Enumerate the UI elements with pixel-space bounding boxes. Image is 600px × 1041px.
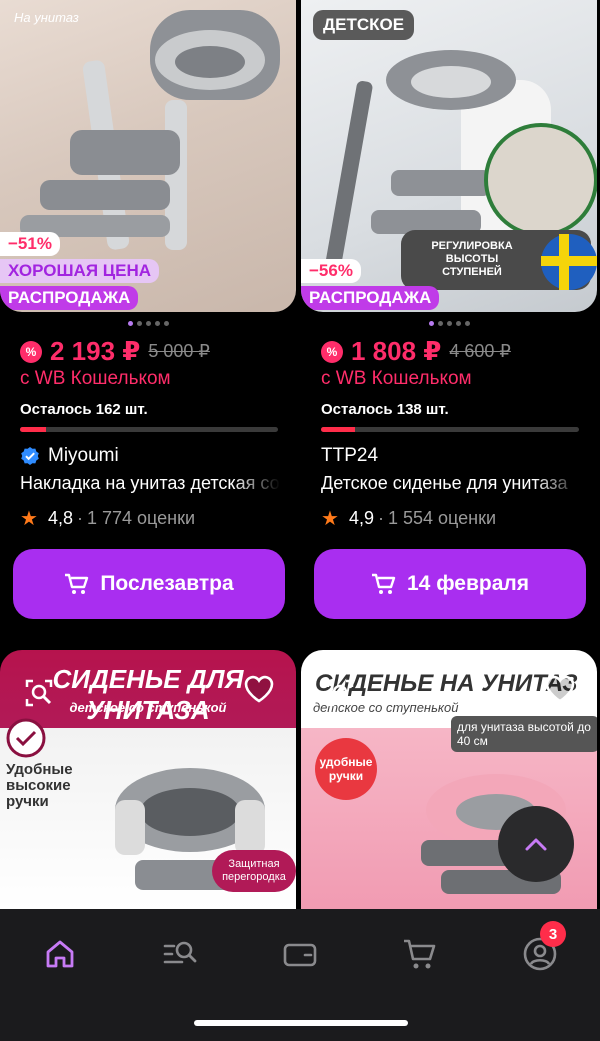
good-price-tag: ХОРОШАЯ ЦЕНА xyxy=(0,259,160,283)
visual-search-icon xyxy=(326,679,354,707)
favorite-button[interactable] xyxy=(242,672,276,706)
brand-row[interactable]: Miyoumi xyxy=(20,445,119,467)
product-card-1[interactable]: На унитаз −51% ХОРОШАЯ ЦЕНА РАСПРОДАЖА %… xyxy=(0,0,296,630)
old-price: 4 600 ₽ xyxy=(449,341,511,361)
rating-row: ★ 4,8 · 1 774 оценки xyxy=(20,506,195,531)
toilet-height-note: для унитаза высотой до 40 см xyxy=(451,716,597,752)
stock-remaining: Осталось 162 шт. xyxy=(20,401,148,418)
sale-tag: РАСПРОДАЖА xyxy=(0,286,139,310)
scroll-to-top-button[interactable] xyxy=(498,806,574,882)
nav-catalog[interactable] xyxy=(155,929,205,979)
verified-icon xyxy=(21,447,39,465)
current-price: 2 193 ₽ xyxy=(50,336,141,366)
stock-progress-bar xyxy=(321,427,579,432)
percent-icon: % xyxy=(321,340,343,363)
image-carousel-dots xyxy=(0,321,296,326)
delivery-date: 14 февраля xyxy=(407,572,529,595)
cart-icon xyxy=(65,573,89,594)
reviews-count: 1 554 оценки xyxy=(387,508,497,528)
product-image-3[interactable]: СИДЕНЬЕ ДЛЯ УНИТАЗА детское со ступенько… xyxy=(0,650,296,910)
product-image-2[interactable]: ДЕТСКОЕ РЕГУЛИРОВКА ВЫСОТЫ СТУПЕНЕЙ −56%… xyxy=(301,0,597,312)
product-title[interactable]: Накладка на унитаз детская со ступенькой xyxy=(20,473,280,494)
image-carousel-dots xyxy=(301,321,597,326)
wallet-note: с WB Кошельком xyxy=(20,368,171,389)
separator-dot: · xyxy=(76,508,83,528)
discount-tag: −56% xyxy=(301,259,361,283)
product-tags: −51% ХОРОШАЯ ЦЕНА РАСПРОДАЖА xyxy=(0,229,160,312)
visual-search-button[interactable] xyxy=(22,676,56,710)
rating-row: ★ 4,9 · 1 554 оценки xyxy=(321,506,496,531)
handles-bubble: удобные ручки xyxy=(315,738,377,800)
home-icon xyxy=(46,940,74,968)
price-row: % 1 808 ₽ 4 600 ₽ xyxy=(321,336,511,367)
add-to-cart-button[interactable]: 14 февраля xyxy=(314,549,586,619)
price-row: % 2 193 ₽ 5 000 ₽ xyxy=(20,336,210,367)
wallet-icon xyxy=(283,943,317,967)
star-icon: ★ xyxy=(321,508,339,530)
product-title[interactable]: Детское сиденье для унитаза xyxy=(321,473,581,494)
stock-progress-bar xyxy=(20,427,278,432)
brand-name: Miyoumi xyxy=(48,445,119,466)
visual-search-icon xyxy=(25,679,53,707)
catalog-search-icon xyxy=(163,941,197,964)
delivery-date: Послезавтра xyxy=(100,572,234,595)
stock-progress-fill xyxy=(20,427,46,432)
star-icon: ★ xyxy=(20,508,38,530)
reviews-count: 1 774 оценки xyxy=(86,508,196,528)
heart-icon xyxy=(545,675,575,703)
favorite-button[interactable] xyxy=(543,672,577,706)
chevron-up-icon xyxy=(525,838,547,851)
check-icon xyxy=(6,718,46,758)
old-price: 5 000 ₽ xyxy=(148,341,210,361)
add-to-cart-button[interactable]: Послезавтра xyxy=(13,549,285,619)
brand-row[interactable]: TTP24 xyxy=(321,445,378,467)
cart-icon xyxy=(404,939,436,969)
stock-remaining: Осталось 138 шт. xyxy=(321,401,449,418)
current-price: 1 808 ₽ xyxy=(351,336,442,366)
protective-badge-text: Защитная перегородка xyxy=(212,850,296,892)
wallet-note: с WB Кошельком xyxy=(321,368,472,389)
nav-cart[interactable] xyxy=(395,929,445,979)
feature-text: Удобные высокие ручки xyxy=(6,761,73,810)
separator-dot: · xyxy=(377,508,384,528)
rating-value: 4,9 xyxy=(348,508,374,528)
product-card-2[interactable]: ДЕТСКОЕ РЕГУЛИРОВКА ВЫСОТЫ СТУПЕНЕЙ −56%… xyxy=(301,0,597,630)
nav-wallet[interactable] xyxy=(275,929,325,979)
sale-tag: РАСПРОДАЖА xyxy=(301,286,440,310)
rating-value: 4,8 xyxy=(47,508,73,528)
kids-badge: ДЕТСКОЕ xyxy=(313,10,415,40)
home-indicator[interactable] xyxy=(194,1020,408,1026)
brand-name: TTP24 xyxy=(321,445,379,466)
product-image-1[interactable]: На унитаз −51% ХОРОШАЯ ЦЕНА РАСПРОДАЖА xyxy=(0,0,296,312)
profile-notification-badge: 3 xyxy=(540,921,566,947)
discount-tag: −51% xyxy=(0,232,60,256)
nav-home[interactable] xyxy=(35,929,85,979)
visual-search-button[interactable] xyxy=(323,676,357,710)
cart-icon xyxy=(372,573,396,594)
stock-progress-fill xyxy=(321,427,355,432)
product-tags: −56% РАСПРОДАЖА xyxy=(301,256,440,312)
heart-icon xyxy=(244,675,274,703)
percent-icon: % xyxy=(20,340,42,363)
